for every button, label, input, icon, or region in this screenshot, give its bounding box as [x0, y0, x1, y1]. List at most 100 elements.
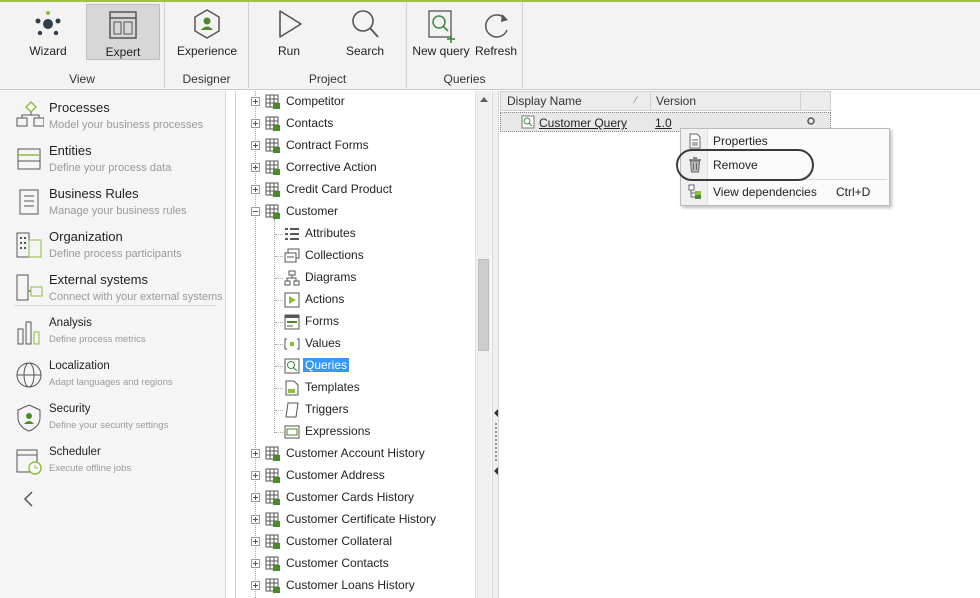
expand-plus-icon[interactable]	[251, 141, 260, 150]
expand-plus-icon[interactable]	[251, 515, 260, 524]
nav-subtitle: Define process metrics	[49, 334, 146, 345]
queries-icon	[284, 358, 300, 374]
expand-plus-icon[interactable]	[251, 119, 260, 128]
scroll-up-arrow-icon[interactable]	[480, 97, 488, 102]
tree-node[interactable]: Triggers	[236, 399, 476, 421]
entity-icon	[265, 556, 281, 572]
entity-icon	[265, 534, 281, 550]
wizard-button[interactable]: Wizard	[11, 4, 85, 60]
tree-guide-line	[275, 344, 283, 345]
tree-node[interactable]: Queries	[236, 355, 476, 377]
tree-node[interactable]: Customer Collateral	[236, 531, 476, 553]
tree-node[interactable]: Forms	[236, 311, 476, 333]
tree-node-label-customer-account-history: Customer Account History	[286, 446, 425, 460]
tree-node-label-customer-certificate-history: Customer Certificate History	[286, 512, 437, 526]
nav-localization[interactable]: Localization Adapt languages and regions	[12, 356, 222, 398]
left-navigation: Processes Model your business processes …	[0, 91, 226, 598]
tree-scrollbar[interactable]	[475, 91, 491, 598]
expand-plus-icon[interactable]	[251, 449, 260, 458]
tree-node[interactable]: Customer Loans History	[236, 575, 476, 597]
tree-node-label-actions: Actions	[305, 292, 345, 306]
expand-plus-icon[interactable]	[251, 163, 260, 172]
expand-plus-icon[interactable]	[251, 97, 260, 106]
tree-node[interactable]: Values	[236, 333, 476, 355]
tree-node[interactable]: Contract Forms	[236, 135, 476, 157]
new-query-button[interactable]: New query	[407, 4, 475, 60]
tree-node[interactable]: Collections	[236, 245, 476, 267]
entity-tree: Competitor Contacts Contract Forms Correcti…	[235, 91, 492, 598]
entity-icon	[265, 446, 281, 462]
column-header-version[interactable]: Version	[656, 94, 696, 108]
forms-icon	[284, 314, 300, 330]
tree-node[interactable]: Customer Address	[236, 465, 476, 487]
organization-icon	[16, 232, 42, 258]
expand-plus-icon[interactable]	[251, 537, 260, 546]
tree-node[interactable]: Templates	[236, 377, 476, 399]
tree-node[interactable]: Diagrams	[236, 267, 476, 289]
business-rules-icon	[19, 189, 39, 215]
tree-node[interactable]: Corrective Action	[236, 157, 476, 179]
experience-label: Experience	[176, 44, 238, 58]
nav-analysis[interactable]: Analysis Define process metrics	[12, 313, 222, 355]
search-icon	[352, 10, 379, 38]
scroll-thumb[interactable]	[478, 259, 489, 351]
column-divider[interactable]	[650, 92, 651, 111]
expand-plus-icon[interactable]	[251, 493, 260, 502]
entity-icon	[265, 160, 281, 176]
tree-node[interactable]: Expressions	[236, 421, 476, 443]
nav-business-rules[interactable]: Business Rules Manage your business rule…	[12, 183, 222, 225]
nav-scheduler[interactable]: Scheduler Execute offline jobs	[12, 442, 222, 484]
group-label-queries: Queries	[443, 72, 486, 86]
panel-splitter[interactable]	[492, 91, 499, 598]
nav-title: External systems	[49, 272, 148, 287]
search-button[interactable]: Search	[328, 4, 402, 60]
tree-node[interactable]: Customer	[236, 201, 476, 223]
nav-entities[interactable]: Entities Define your process data	[12, 140, 222, 182]
expand-plus-icon[interactable]	[251, 471, 260, 480]
tree-node[interactable]: Credit Card Product	[236, 179, 476, 201]
expand-plus-icon[interactable]	[251, 185, 260, 194]
row-gear-icon[interactable]	[806, 116, 816, 126]
tree-node-label-queries: Queries	[303, 358, 350, 372]
expand-plus-icon[interactable]	[251, 581, 260, 590]
refresh-label: Refresh	[474, 44, 518, 58]
menu-item-label: Properties	[713, 134, 768, 148]
entity-icon	[265, 578, 281, 594]
tree-node[interactable]: Actions	[236, 289, 476, 311]
expert-label: Expert	[105, 45, 141, 59]
tree-node[interactable]: Contacts	[236, 113, 476, 135]
nav-title: Processes	[49, 100, 110, 115]
query-name-cell[interactable]: Customer Query	[539, 116, 627, 130]
column-header-display-name[interactable]: Display Name	[507, 94, 582, 108]
collapse-chevron-icon[interactable]	[22, 489, 36, 509]
nav-security[interactable]: Security Define your security settings	[12, 399, 222, 441]
collapse-minus-icon[interactable]	[251, 207, 260, 216]
expand-plus-icon[interactable]	[251, 559, 260, 568]
nav-title: Business Rules	[49, 186, 139, 201]
nav-organization[interactable]: Organization Define process participants	[12, 226, 222, 268]
expert-button[interactable]: Expert	[86, 4, 160, 60]
run-button[interactable]: Run	[252, 4, 326, 60]
nav-processes[interactable]: Processes Model your business processes	[12, 97, 222, 139]
tree-node[interactable]: Competitor	[236, 91, 476, 113]
menu-item-shortcut: Ctrl+D	[836, 185, 871, 199]
tree-node-label-collections: Collections	[305, 248, 364, 262]
tree-node-label-customer-cards-history: Customer Cards History	[286, 490, 415, 504]
run-icon	[279, 10, 302, 38]
tree-node-label-corrective-action: Corrective Action	[286, 160, 377, 174]
tree-node[interactable]: Attributes	[236, 223, 476, 245]
query-version-cell[interactable]: 1.0	[655, 116, 672, 130]
menu-item-view-dependencies[interactable]: View dependencies Ctrl+D	[682, 181, 889, 203]
run-label: Run	[277, 44, 300, 58]
tree-node[interactable]: Customer Contacts	[236, 553, 476, 575]
group-label-designer: Designer	[182, 72, 231, 86]
tree-node[interactable]: Customer Account History	[236, 443, 476, 465]
tree-node[interactable]: Customer Cards History	[236, 487, 476, 509]
tree-guide-line	[275, 278, 283, 279]
column-divider[interactable]	[800, 92, 801, 111]
experience-button[interactable]: Experience	[170, 4, 244, 60]
refresh-button[interactable]: Refresh	[471, 4, 521, 60]
tree-guide-line	[275, 410, 283, 411]
tree-node[interactable]: Customer Certificate History	[236, 509, 476, 531]
entity-icon	[265, 512, 281, 528]
